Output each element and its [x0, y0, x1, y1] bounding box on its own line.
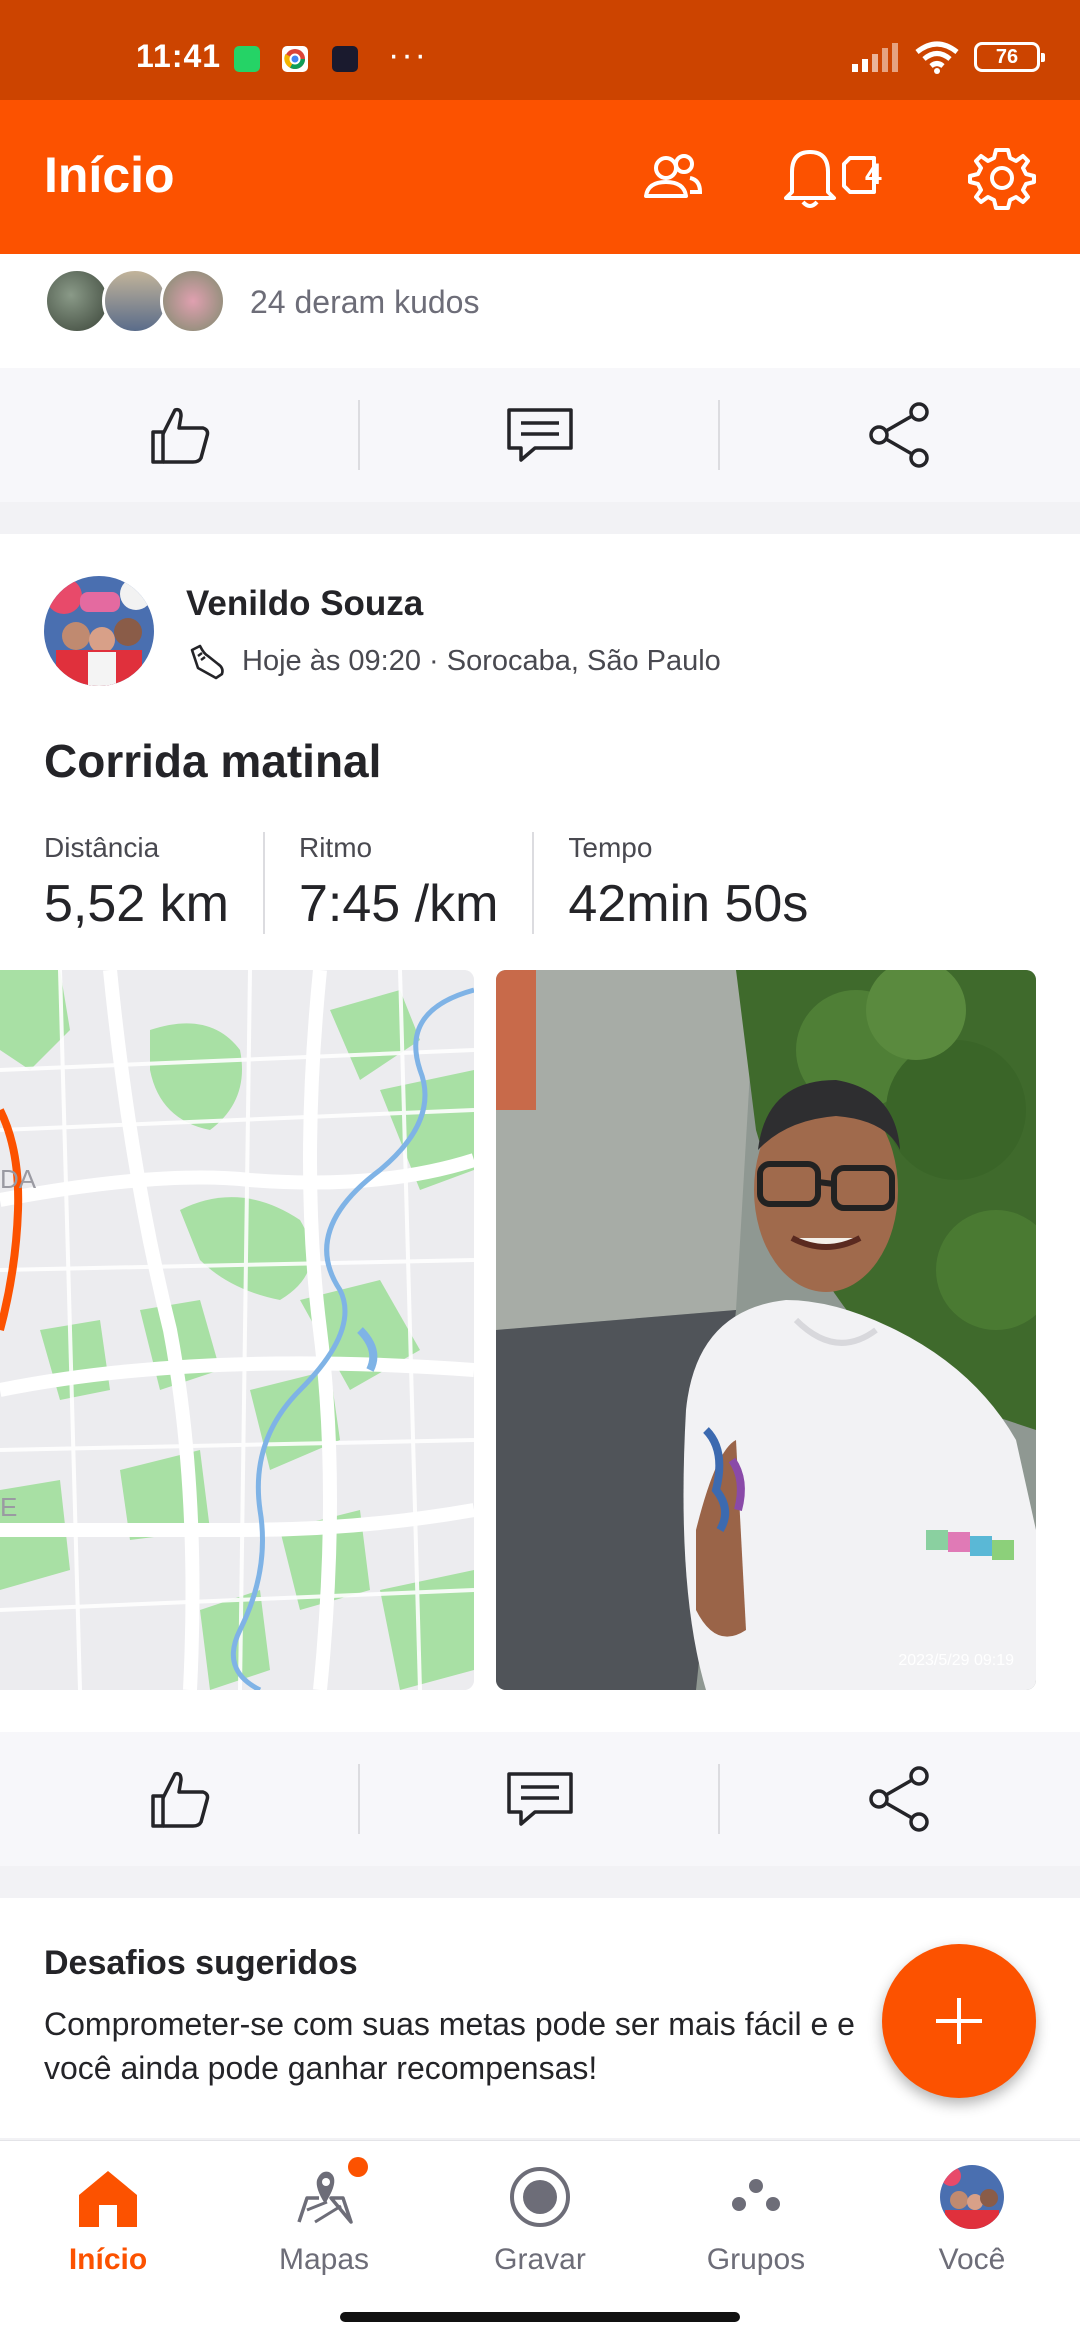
add-button[interactable]: [882, 1944, 1036, 2098]
bottom-nav: Início Mapas Gravar Grupos Você: [0, 2140, 1080, 2340]
activity-card[interactable]: Venildo Souza Hoje às 09:20 · Sorocaba, …: [0, 534, 1080, 1734]
avatar: [44, 576, 154, 686]
app-icon: [332, 46, 358, 72]
avatar: [160, 268, 226, 334]
wifi-icon: [915, 41, 959, 74]
share-button[interactable]: [720, 1732, 1080, 1866]
stat-distance: Distância 5,52 km: [44, 832, 265, 934]
stat-label: Ritmo: [298, 832, 373, 863]
nav-label: Gravar: [494, 2243, 586, 2276]
avatar: [102, 268, 168, 334]
avatar-icon: [936, 2161, 1008, 2233]
map-icon: [288, 2157, 368, 2233]
comment-icon: [507, 1772, 573, 1826]
stat-pace: Ritmo 7:45 /km: [298, 832, 535, 934]
section-description: Comprometer-se com suas metas pode ser m…: [44, 2006, 855, 2086]
nav-item-you[interactable]: Você: [864, 2161, 1080, 2291]
avatar: [44, 268, 110, 334]
nav-item-groups[interactable]: Grupos: [648, 2161, 864, 2291]
bell-icon: [784, 150, 876, 208]
nav-item-home[interactable]: Início: [0, 2161, 216, 2291]
share-icon: [869, 402, 929, 468]
plus-icon: [936, 1998, 982, 2044]
action-bar: [0, 368, 1080, 502]
activity-title[interactable]: Corrida matinal: [44, 734, 381, 788]
route-map[interactable]: DA E: [0, 970, 474, 1690]
groups-icon: [720, 2161, 792, 2233]
activity-meta: Hoje às 09:20 · Sorocaba, São Paulo: [186, 640, 721, 682]
activity-date-location: Hoje às 09:20 · Sorocaba, São Paulo: [242, 644, 721, 677]
comment-button[interactable]: [360, 368, 720, 502]
page-title: Início: [44, 147, 175, 203]
nav-label: Início: [68, 2243, 148, 2276]
stat-value: 42min 50s: [568, 875, 809, 933]
notification-count: 4: [865, 158, 882, 191]
notifications-button[interactable]: 4: [780, 142, 900, 214]
home-indicator[interactable]: [340, 2312, 740, 2322]
thumbs-up-icon: [151, 1771, 210, 1828]
photo-timestamp: 2023/5/29 09:19: [898, 1652, 1014, 1669]
find-friends-button[interactable]: [636, 142, 708, 214]
activity-stats: Distância 5,52 km Ritmo 7:45 /km Tempo 4…: [44, 832, 876, 934]
nav-label: Grupos: [706, 2243, 806, 2276]
whatsapp-icon: [234, 46, 260, 72]
map-image: DA E: [0, 970, 474, 1690]
running-shoe-icon: [190, 644, 224, 680]
kudos-count: 24 deram kudos: [250, 284, 480, 320]
settings-button[interactable]: [966, 142, 1038, 214]
stat-label: Distância: [44, 832, 160, 863]
action-bar: [0, 1732, 1080, 1866]
stat-time: Tempo 42min 50s: [568, 832, 842, 934]
stat-value: 5,52 km: [44, 875, 229, 933]
home-icon: [72, 2161, 144, 2233]
nav-item-record[interactable]: Gravar: [432, 2161, 648, 2291]
battery-level: 76: [995, 45, 1019, 68]
user-name[interactable]: Venildo Souza: [186, 584, 423, 624]
comment-icon: [507, 408, 573, 462]
signal-icon: [852, 43, 898, 72]
nav-item-maps[interactable]: Mapas: [216, 2157, 432, 2291]
stat-label: Tempo: [568, 832, 653, 863]
nav-label: Você: [938, 2243, 1006, 2276]
status-time: 11:41: [136, 38, 222, 74]
battery-indicator: 76: [974, 42, 1045, 72]
chrome-icon: [282, 46, 308, 72]
status-bar: 11:41 ··· 76: [0, 0, 1080, 100]
people-icon: [644, 154, 703, 198]
kudos-button[interactable]: [0, 1732, 360, 1866]
thumbs-up-icon: [151, 407, 210, 464]
record-icon: [504, 2161, 576, 2233]
map-label: DA: [0, 1164, 37, 1194]
activity-photo[interactable]: 2023/5/29 09:19: [496, 970, 1036, 1690]
new-badge: [348, 2157, 368, 2177]
share-button[interactable]: [720, 368, 1080, 502]
map-label: E: [0, 1492, 17, 1522]
nav-label: Mapas: [278, 2243, 370, 2276]
app-bar: Início 4: [0, 100, 1080, 254]
more-notifications-icon: ···: [388, 36, 428, 74]
stat-value: 7:45 /km: [298, 875, 499, 933]
kudos-row[interactable]: 24 deram kudos: [0, 254, 1080, 368]
comment-button[interactable]: [360, 1732, 720, 1866]
user-avatar[interactable]: [44, 576, 154, 686]
gear-icon: [968, 148, 1036, 210]
selfie-photo: [496, 970, 1036, 1690]
share-icon: [869, 1766, 929, 1832]
section-title: Desafios sugeridos: [44, 1944, 358, 1982]
kudos-button[interactable]: [0, 368, 360, 502]
kudos-avatars[interactable]: [44, 268, 226, 334]
